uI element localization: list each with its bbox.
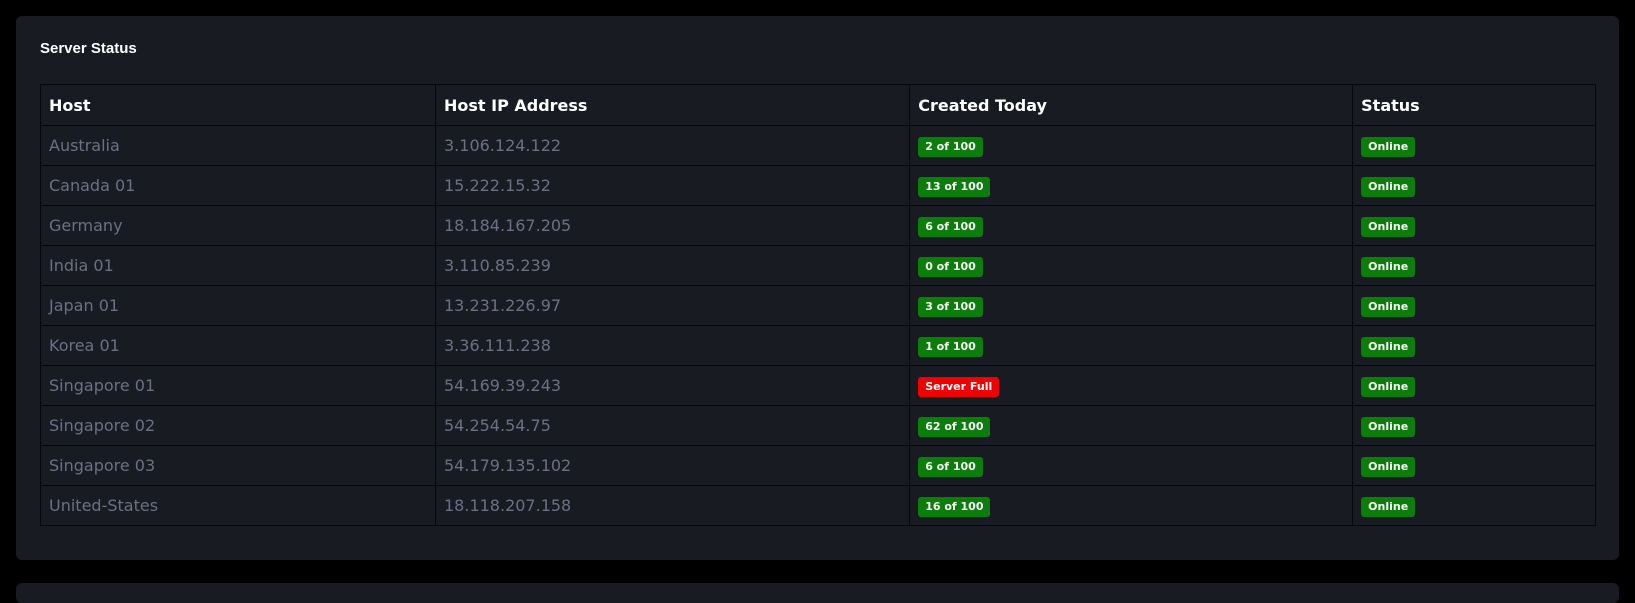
status-cell: Online	[1352, 125, 1596, 166]
status-cell: Online	[1352, 445, 1596, 486]
created-cell: Server Full	[909, 365, 1354, 406]
created-cell: 0 of 100	[909, 245, 1354, 286]
ip-cell: 54.254.54.75	[434, 405, 911, 446]
next-card	[16, 583, 1619, 603]
card-title: Server Status	[40, 40, 137, 57]
status-cell: Online	[1352, 165, 1596, 206]
table-row: Germany 18.184.167.205 6 of 100 Online	[40, 205, 1596, 246]
ip-cell: 18.118.207.158	[434, 485, 911, 526]
table-row: Australia 3.106.124.122 2 of 100 Online	[40, 125, 1596, 166]
host-cell: Singapore 01	[40, 365, 436, 406]
created-count-badge: 62 of 100	[918, 416, 991, 437]
ip-cell: 54.169.39.243	[434, 365, 911, 406]
created-count-badge: 0 of 100	[918, 256, 983, 277]
ip-cell: 13.231.226.97	[434, 285, 911, 326]
created-count-badge: 2 of 100	[918, 136, 983, 157]
ip-cell: 3.106.124.122	[434, 125, 911, 166]
host-cell: India 01	[40, 245, 436, 286]
status-badge: Online	[1361, 496, 1416, 517]
created-count-badge: 1 of 100	[918, 336, 983, 357]
host-cell: Singapore 02	[40, 405, 436, 446]
created-count-badge: 13 of 100	[918, 176, 991, 197]
status-badge: Online	[1361, 456, 1416, 477]
column-header-host: Host	[40, 84, 436, 126]
created-cell: 13 of 100	[909, 165, 1354, 206]
host-cell: Australia	[40, 125, 436, 166]
created-cell: 1 of 100	[909, 325, 1354, 366]
ip-cell: 54.179.135.102	[434, 445, 911, 486]
created-count-badge: 3 of 100	[918, 296, 983, 317]
host-cell: Japan 01	[40, 285, 436, 326]
status-badge: Online	[1361, 216, 1416, 237]
ip-cell: 3.36.111.238	[434, 325, 911, 366]
status-cell: Online	[1352, 325, 1596, 366]
status-badge: Online	[1361, 256, 1416, 277]
host-cell: Korea 01	[40, 325, 436, 366]
table-header-row: Host Host IP Address Created Today Statu…	[40, 84, 1596, 126]
host-cell: United-States	[40, 485, 436, 526]
status-badge: Online	[1361, 176, 1416, 197]
status-cell: Online	[1352, 405, 1596, 446]
host-cell: Canada 01	[40, 165, 436, 206]
host-cell: Singapore 03	[40, 445, 436, 486]
created-cell: 16 of 100	[909, 485, 1354, 526]
column-header-ip: Host IP Address	[434, 84, 911, 126]
status-badge: Online	[1361, 376, 1416, 397]
status-badge: Online	[1361, 136, 1416, 157]
status-badge: Online	[1361, 336, 1416, 357]
table-row: Japan 01 13.231.226.97 3 of 100 Online	[40, 285, 1596, 326]
created-cell: 6 of 100	[909, 445, 1354, 486]
created-count-badge: 16 of 100	[918, 496, 991, 517]
created-cell: 2 of 100	[909, 125, 1354, 166]
server-full-badge: Server Full	[918, 376, 1000, 397]
created-count-badge: 6 of 100	[918, 456, 983, 477]
table-row: India 01 3.110.85.239 0 of 100 Online	[40, 245, 1596, 286]
table-row: Singapore 01 54.169.39.243 Server Full Onli…	[40, 365, 1596, 406]
created-cell: 62 of 100	[909, 405, 1354, 446]
table-row: United-States 18.118.207.158 16 of 100 Onli…	[40, 485, 1596, 526]
table-row: Singapore 02 54.254.54.75 62 of 100 Online	[40, 405, 1596, 446]
table-row: Canada 01 15.222.15.32 13 of 100 Online	[40, 165, 1596, 206]
status-cell: Online	[1352, 485, 1596, 526]
status-cell: Online	[1352, 205, 1596, 246]
status-cell: Online	[1352, 285, 1596, 326]
status-badge: Online	[1361, 416, 1416, 437]
ip-cell: 15.222.15.32	[434, 165, 911, 206]
created-count-badge: 6 of 100	[918, 216, 983, 237]
created-cell: 3 of 100	[909, 285, 1354, 326]
ip-cell: 3.110.85.239	[434, 245, 911, 286]
table-row: Korea 01 3.36.111.238 1 of 100 Online	[40, 325, 1596, 366]
status-cell: Online	[1352, 245, 1596, 286]
column-header-status: Status	[1352, 84, 1596, 126]
host-cell: Germany	[40, 205, 436, 246]
server-status-card: Server Status Host Host IP Address Creat…	[16, 16, 1619, 560]
table-row: Singapore 03 54.179.135.102 6 of 100 Online	[40, 445, 1596, 486]
status-cell: Online	[1352, 365, 1596, 406]
column-header-created: Created Today	[909, 84, 1354, 126]
server-status-table: Host Host IP Address Created Today Statu…	[40, 84, 1596, 526]
ip-cell: 18.184.167.205	[434, 205, 911, 246]
created-cell: 6 of 100	[909, 205, 1354, 246]
status-badge: Online	[1361, 296, 1416, 317]
